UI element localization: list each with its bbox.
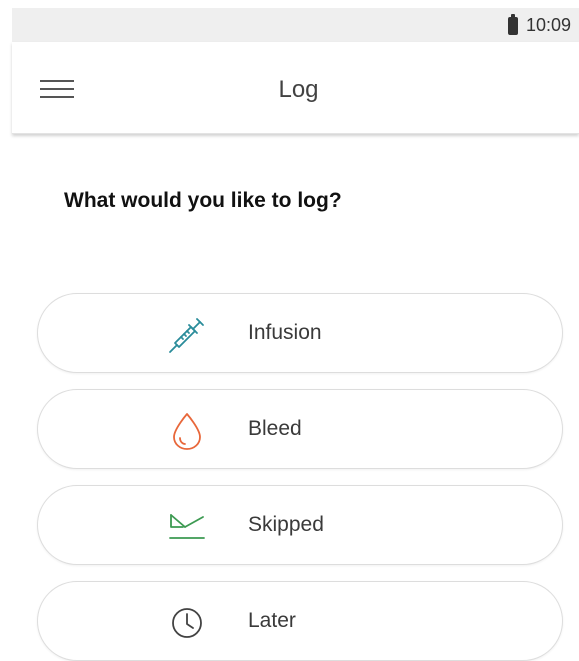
log-prompt: What would you like to log? xyxy=(64,189,342,212)
option-label: Later xyxy=(248,609,296,632)
option-label: Infusion xyxy=(248,321,322,344)
status-time: 10:09 xyxy=(525,14,571,35)
skipped-icon xyxy=(165,505,209,549)
option-label: Skipped xyxy=(248,513,324,536)
battery-icon xyxy=(507,13,518,35)
app-bar: Log xyxy=(12,42,579,134)
clock-icon xyxy=(165,601,209,645)
log-bleed-button[interactable]: Bleed xyxy=(37,389,563,469)
log-infusion-button[interactable]: Infusion xyxy=(37,293,563,373)
log-skipped-button[interactable]: Skipped xyxy=(37,485,563,565)
syringe-icon xyxy=(165,313,209,357)
status-bar: 10:09 xyxy=(12,8,579,42)
drop-icon xyxy=(165,409,209,453)
status-indicators: 10:09 xyxy=(507,8,571,42)
page-title: Log xyxy=(278,76,319,103)
option-label: Bleed xyxy=(248,417,302,440)
log-later-button[interactable]: Later xyxy=(37,581,563,661)
